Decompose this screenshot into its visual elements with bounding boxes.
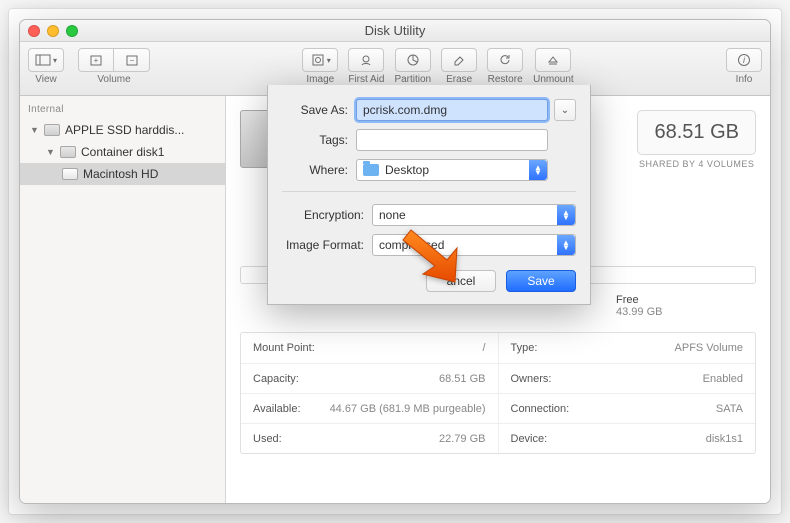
image-format-value: compressed — [379, 238, 444, 252]
volume-icon — [62, 168, 78, 180]
table-row: Used: 22.79 GB Device: disk1s1 — [241, 423, 755, 453]
info-value: 22.79 GB — [439, 433, 485, 445]
free-value: 43.99 GB — [616, 306, 662, 318]
minus-volume-icon: − — [124, 52, 140, 68]
svg-text:+: + — [94, 56, 99, 65]
info-value: SATA — [716, 403, 743, 415]
volume-remove-button[interactable]: − — [114, 48, 150, 72]
table-row: Capacity: 68.51 GB Owners: Enabled — [241, 363, 755, 393]
unmount-button[interactable] — [535, 48, 571, 72]
divider — [282, 191, 576, 192]
svg-text:−: − — [129, 56, 134, 65]
info-button[interactable]: i — [726, 48, 762, 72]
info-value: Enabled — [703, 373, 743, 385]
erase-icon — [451, 52, 467, 68]
plus-volume-icon: + — [88, 52, 104, 68]
shared-volumes-text: SHARED BY 4 VOLUMES — [637, 159, 756, 169]
disclosure-triangle-icon[interactable]: ▼ — [46, 147, 55, 157]
info-key: Device: — [511, 433, 548, 445]
first-aid-icon — [358, 52, 374, 68]
unmount-icon — [545, 52, 561, 68]
sidebar-item-label: Macintosh HD — [83, 167, 158, 181]
erase-label: Erase — [446, 74, 472, 85]
zoom-window-button[interactable] — [66, 25, 78, 37]
sidebar: Internal ▼ APPLE SSD harddis... ▼ Containe… — [20, 96, 226, 503]
info-value: 68.51 GB — [439, 373, 485, 385]
image-label: Image — [306, 74, 334, 85]
titlebar: Disk Utility — [20, 20, 770, 42]
save-button[interactable]: Save — [506, 270, 576, 292]
erase-button[interactable] — [441, 48, 477, 72]
image-format-label: Image Format: — [282, 238, 372, 252]
table-row: Available: 44.67 GB (681.9 MB purgeable) C… — [241, 393, 755, 423]
disk-image-icon — [310, 52, 326, 68]
sidebar-item-label: APPLE SSD harddis... — [65, 123, 184, 137]
info-key: Used: — [253, 433, 282, 445]
where-label: Where: — [282, 163, 356, 177]
sidebar-item-label: Container disk1 — [81, 145, 164, 159]
encryption-label: Encryption: — [282, 208, 372, 222]
close-window-button[interactable] — [28, 25, 40, 37]
sidebar-item-physical-disk[interactable]: ▼ APPLE SSD harddis... — [20, 119, 225, 141]
restore-button[interactable] — [487, 48, 523, 72]
info-label: Info — [736, 74, 753, 85]
saveas-field[interactable] — [356, 99, 548, 121]
partition-icon — [405, 52, 421, 68]
tags-field[interactable] — [356, 129, 548, 151]
restore-label: Restore — [488, 74, 523, 85]
firstaid-button[interactable] — [348, 48, 384, 72]
volume-info-table: Mount Point: / Type: APFS Volume Capacity: 6… — [240, 332, 756, 454]
updown-arrows-icon: ▲▼ — [529, 160, 547, 180]
info-key: Owners: — [511, 373, 552, 385]
expand-save-dialog-button[interactable]: ⌄ — [554, 99, 576, 121]
free-label: Free — [616, 294, 662, 306]
info-key: Mount Point: — [253, 342, 315, 354]
table-row: Mount Point: / Type: APFS Volume — [241, 333, 755, 363]
cancel-button[interactable]: ancel — [426, 270, 496, 292]
partition-button[interactable] — [395, 48, 431, 72]
partition-label: Partition — [394, 74, 431, 85]
tags-label: Tags: — [282, 133, 356, 147]
image-format-select[interactable]: compressed ▲▼ — [372, 234, 576, 256]
folder-icon — [363, 164, 379, 176]
view-button[interactable]: ▾ — [28, 48, 64, 72]
disclosure-triangle-icon[interactable]: ▼ — [30, 125, 39, 135]
svg-text:i: i — [743, 55, 746, 65]
volume-add-button[interactable]: + — [78, 48, 114, 72]
sidebar-icon — [35, 52, 51, 68]
sidebar-header: Internal — [20, 100, 225, 119]
encryption-value: none — [379, 208, 406, 222]
info-value: APFS Volume — [675, 342, 743, 354]
info-key: Connection: — [511, 403, 570, 415]
volume-label: Volume — [97, 74, 130, 85]
unmount-label: Unmount — [533, 74, 574, 85]
info-value: 44.67 GB (681.9 MB purgeable) — [330, 403, 486, 415]
info-key: Available: — [253, 403, 301, 415]
info-value: / — [482, 342, 485, 354]
sidebar-item-volume-selected[interactable]: Macintosh HD — [20, 163, 225, 185]
updown-arrows-icon: ▲▼ — [557, 205, 575, 225]
encryption-select[interactable]: none ▲▼ — [372, 204, 576, 226]
image-button[interactable]: ▾ — [302, 48, 338, 72]
free-space-legend: Free 43.99 GB — [616, 294, 662, 318]
save-sheet: Save As: ⌄ Tags: Where: Desktop ▲▼ Encry… — [267, 85, 591, 305]
window-title: Disk Utility — [365, 23, 426, 38]
info-icon: i — [736, 52, 752, 68]
firstaid-label: First Aid — [348, 74, 384, 85]
where-value: Desktop — [385, 163, 429, 177]
capacity-badge: 68.51 GB — [637, 110, 756, 155]
chevron-down-icon: ⌄ — [561, 105, 569, 116]
info-key: Type: — [511, 342, 538, 354]
info-key: Capacity: — [253, 373, 299, 385]
disk-icon — [44, 124, 60, 136]
restore-icon — [497, 52, 513, 68]
minimize-window-button[interactable] — [47, 25, 59, 37]
view-label: View — [35, 74, 57, 85]
info-value: disk1s1 — [706, 433, 743, 445]
where-select[interactable]: Desktop ▲▼ — [356, 159, 548, 181]
updown-arrows-icon: ▲▼ — [557, 235, 575, 255]
sidebar-item-container[interactable]: ▼ Container disk1 — [20, 141, 225, 163]
saveas-label: Save As: — [282, 103, 356, 117]
disk-icon — [60, 146, 76, 158]
